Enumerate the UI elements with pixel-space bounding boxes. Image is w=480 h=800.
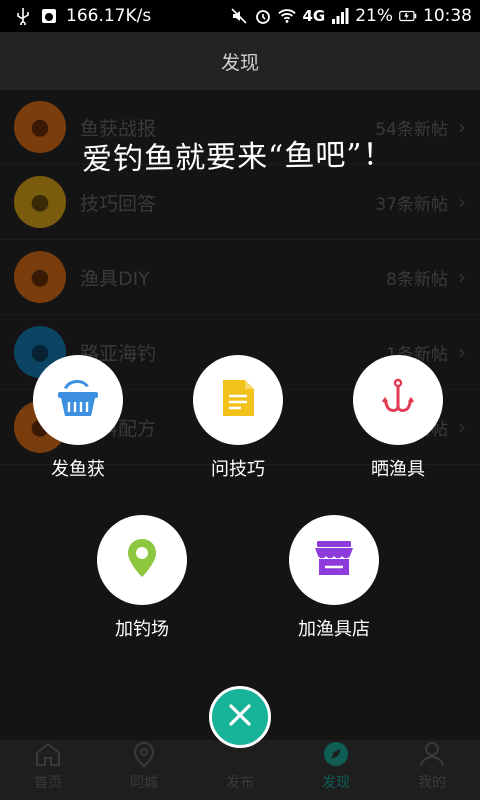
alarm-icon <box>254 7 272 25</box>
add-fishing-spot-button[interactable]: 加钓场 <box>82 515 202 641</box>
usb-icon <box>14 7 32 25</box>
add-fishing-spot-label: 加钓场 <box>115 619 169 640</box>
bottom-tab-bar: 首页 同城 发布 发现 我的 <box>0 740 480 800</box>
location-icon <box>130 740 158 768</box>
chevron-right-icon: › <box>458 190 466 214</box>
list-item-title: 渔具DIY <box>80 267 150 290</box>
add-tackle-shop-label: 加渔具店 <box>298 619 370 640</box>
ask-tips-circle[interactable] <box>193 355 283 445</box>
mute-icon <box>230 7 248 25</box>
header-bar: 发现 <box>0 32 480 90</box>
chevron-right-icon: › <box>458 415 466 439</box>
ask-tips-button[interactable]: 问技巧 <box>178 355 298 481</box>
tab-mine[interactable]: 我的 <box>384 740 480 800</box>
show-gear-label: 晒渔具 <box>371 459 425 480</box>
tab-label: 首页 <box>34 775 62 791</box>
list-item-count: 37条新帖 <box>375 194 448 215</box>
post-catch-button[interactable]: 发鱼获 <box>18 355 138 481</box>
category-icon: ● <box>14 251 66 303</box>
list-item-count: 8条新帖 <box>386 269 448 290</box>
tab-local[interactable]: 同城 <box>96 740 192 800</box>
close-icon <box>227 702 253 732</box>
tab-publish[interactable]: 发布 <box>192 740 288 800</box>
tab-label: 我的 <box>418 775 446 791</box>
chevron-right-icon: › <box>458 340 466 364</box>
shop-icon <box>313 538 355 582</box>
show-gear-button[interactable]: 晒渔具 <box>338 355 458 481</box>
battery-icon <box>399 7 417 25</box>
add-tackle-shop-circle[interactable] <box>289 515 379 605</box>
fish-basket-icon <box>55 376 101 424</box>
network-type: 4G <box>302 7 326 25</box>
list-item[interactable]: ● 渔具DIY 8条新帖 › <box>0 240 480 315</box>
document-icon <box>220 378 256 422</box>
show-gear-circle[interactable] <box>353 355 443 445</box>
location-pin-icon <box>125 537 159 583</box>
list-item[interactable]: ● 技巧回答 37条新帖 › <box>0 165 480 240</box>
tab-label: 发现 <box>322 775 350 791</box>
signal-icon <box>331 7 349 25</box>
ask-tips-label: 问技巧 <box>211 459 265 480</box>
wifi-icon <box>278 7 297 25</box>
clock: 10:38 <box>423 6 472 26</box>
category-icon: ● <box>14 101 66 153</box>
tab-home[interactable]: 首页 <box>0 740 96 800</box>
network-speed: 166.17K/s <box>66 6 152 26</box>
close-menu-button[interactable] <box>209 686 271 748</box>
list-item-title: 技巧回答 <box>80 192 157 215</box>
tab-label: 发布 <box>226 775 254 791</box>
post-catch-label: 发鱼获 <box>51 459 105 480</box>
page-title: 发现 <box>220 51 259 74</box>
tab-label: 同城 <box>130 775 158 791</box>
add-tackle-shop-button[interactable]: 加渔具店 <box>274 515 394 641</box>
slogan-text: 爱钓鱼就要来“鱼吧”！ <box>81 137 395 178</box>
status-bar: 166.17K/s 4G 21% 10:38 <box>0 0 480 32</box>
battery-percent: 21% <box>355 6 393 26</box>
tab-discover[interactable]: 发现 <box>288 740 384 800</box>
chevron-right-icon: › <box>458 265 466 289</box>
post-catch-circle[interactable] <box>33 355 123 445</box>
category-icon: ● <box>14 176 66 228</box>
fishing-hook-icon <box>378 378 418 422</box>
home-icon <box>34 740 62 768</box>
user-icon <box>418 740 446 768</box>
add-fishing-spot-circle[interactable] <box>97 515 187 605</box>
compass-icon <box>322 740 350 768</box>
chevron-right-icon: › <box>458 115 466 139</box>
android-debug-icon <box>40 7 58 25</box>
